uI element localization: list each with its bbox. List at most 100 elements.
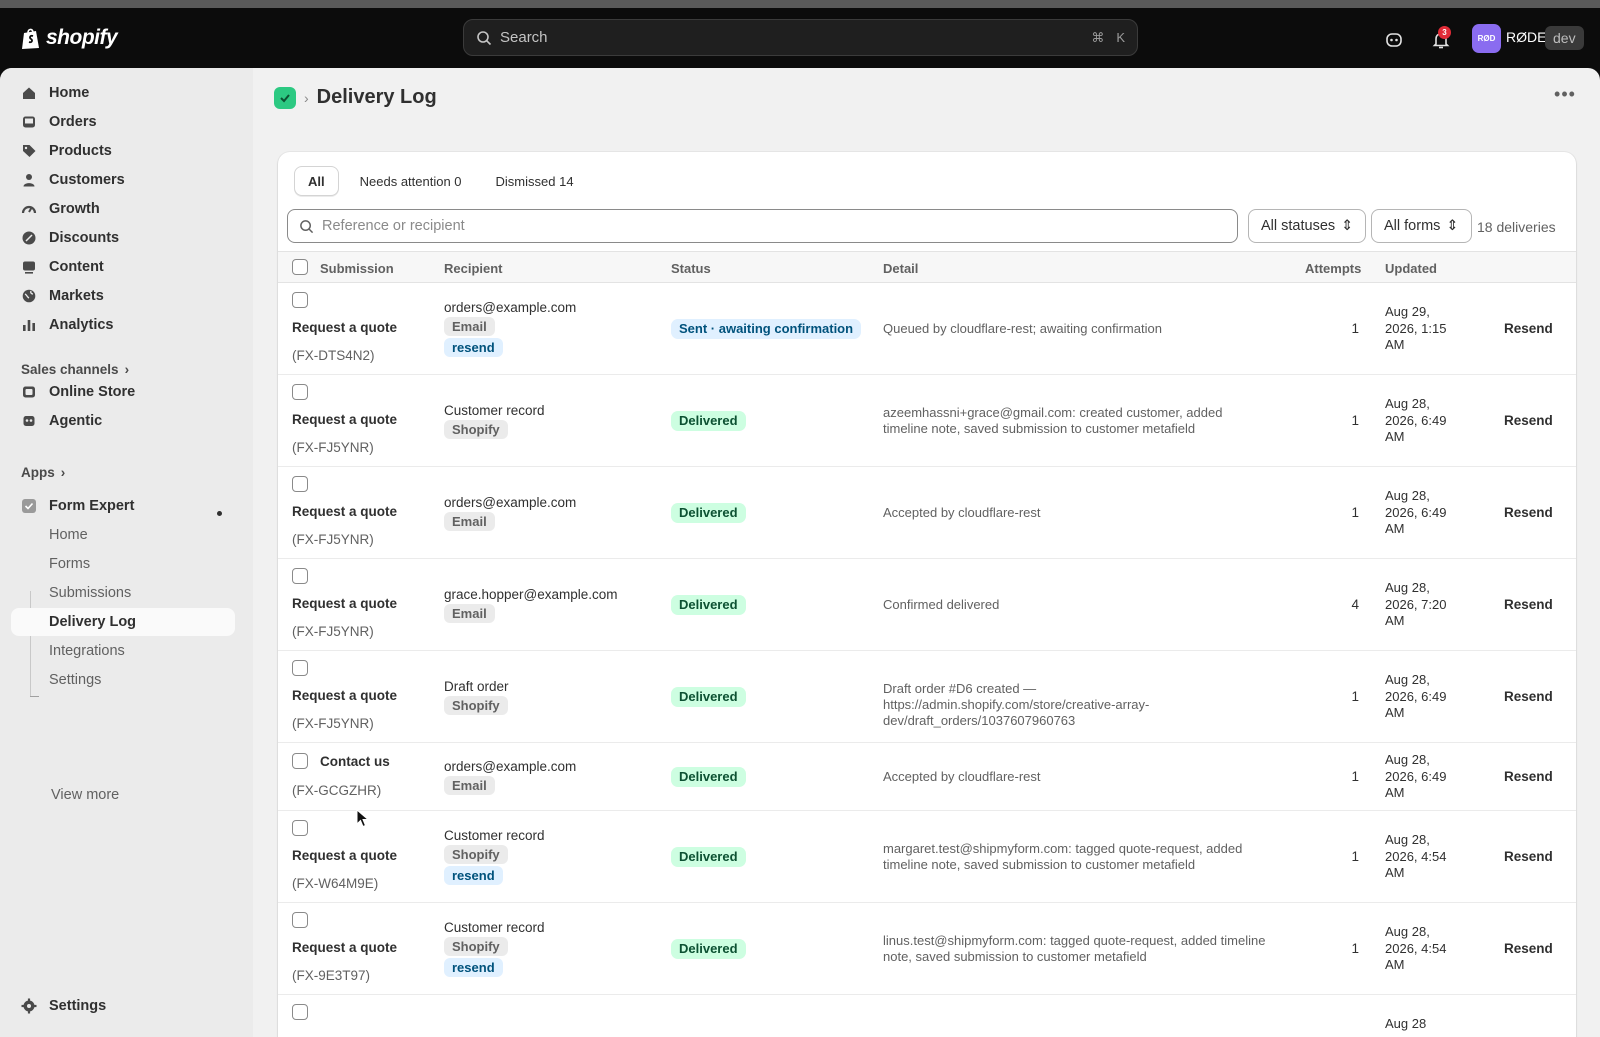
submission-title[interactable]: Request a quote [292,412,397,427]
global-search[interactable]: Search ⌘ K [463,19,1138,56]
chevron-right-icon: › [124,362,130,377]
sidebar-subitem-settings[interactable]: Settings [11,666,235,694]
recipient-tag: Email [444,511,495,531]
row-checkbox[interactable] [292,820,308,836]
status-badge: Delivered [671,503,746,523]
row-checkbox[interactable] [292,568,308,584]
table-row: Request a quote (FX-FJ5YNR) Draft order Sho… [278,651,1576,743]
resend-button[interactable]: Resend [1504,321,1553,336]
tab-dismissed[interactable]: Dismissed 14 [483,166,587,196]
row-checkbox[interactable] [292,660,308,676]
status-select[interactable]: All statuses ⇕ [1248,209,1367,243]
submission-cell[interactable]: Request a quote (FX-FJ5YNR) [292,596,397,639]
resend-button[interactable]: Resend [1504,769,1553,784]
sidebar-subitem-integrations[interactable]: Integrations [11,637,235,665]
resend-button[interactable]: Resend [1504,597,1553,612]
submission-cell[interactable]: Request a quote (FX-W64M9E) [292,848,397,891]
column-submission[interactable]: Submission [320,261,394,276]
table-row: Request a quote (FX-FJ5YNR) grace.hopper@e… [278,559,1576,651]
sidebar-item-label: Markets [49,288,104,304]
resend-button[interactable]: Resend [1504,689,1553,704]
store-name[interactable]: RØDE [1506,29,1546,45]
recipient-name: Customer record [444,920,545,935]
resend-button[interactable]: Resend [1504,505,1553,520]
sidebar-subitem-delivery-log[interactable]: Delivery Log [11,608,235,636]
settings-label: Settings [49,998,107,1014]
attempts-count: 1 [1351,769,1359,784]
attempts-count: 4 [1351,597,1359,612]
submission-title[interactable]: Request a quote [292,940,397,955]
recipient-name: Customer record [444,402,545,418]
submission-cell[interactable]: Request a quote (FX-9E3T97) [292,940,397,983]
form-select[interactable]: All forms ⇕ [1371,209,1472,243]
sidebar-subitem-submissions[interactable]: Submissions [11,579,235,607]
sidekick-icon[interactable] [1384,30,1404,50]
column-recipient[interactable]: Recipient [444,261,503,276]
status-badge: Delivered [671,767,746,787]
apps-heading[interactable]: Apps › [21,465,65,480]
row-checkbox[interactable] [292,292,308,308]
submission-title[interactable]: Request a quote [292,596,397,611]
recipient-cell: Customer record Shopify [444,403,545,439]
sidebar-subitem-forms[interactable]: Forms [11,550,235,578]
row-checkbox[interactable] [292,753,308,769]
submission-title[interactable]: Request a quote [292,320,397,335]
sidebar-subitem-home[interactable]: Home [11,521,235,549]
sidebar-item-home[interactable]: Home [11,79,235,107]
shopify-logo[interactable]: shopify [21,26,118,50]
submission-title[interactable]: Contact us [320,754,390,769]
updated-timestamp: Aug 28, 2026, 4:54 AM [1385,924,1447,972]
sidebar-item-online-store[interactable]: Online Store [11,378,235,406]
recipient-tag: resend [444,866,503,885]
submission-cell[interactable]: Contact us [320,754,390,769]
avatar[interactable]: RØD [1472,24,1501,53]
row-checkbox[interactable] [292,476,308,492]
row-checkbox[interactable] [292,384,308,400]
column-detail[interactable]: Detail [883,261,918,276]
sidebar-view-more[interactable]: View more [11,781,235,809]
delivery-count: 18 deliveries [1477,219,1556,235]
resend-button[interactable]: Resend [1504,849,1553,864]
row-checkbox[interactable] [292,912,308,928]
column-updated[interactable]: Updated [1385,261,1437,276]
column-status[interactable]: Status [671,261,711,276]
reference-search-input[interactable]: Reference or recipient [287,209,1238,243]
tab-needs-attention[interactable]: Needs attention 0 [347,166,475,196]
sidebar-item-discounts[interactable]: Discounts [11,224,235,252]
select-all-checkbox[interactable] [292,259,308,275]
row-checkbox[interactable] [292,1004,308,1020]
bar-chart-icon [21,317,37,333]
sidebar-item-products[interactable]: Products [11,137,235,165]
submission-cell[interactable]: Request a quote (FX-FJ5YNR) [292,504,397,547]
select-arrows-icon: ⇕ [1341,218,1354,234]
sidebar-item-settings[interactable]: Settings [11,992,235,1020]
sidebar-item-analytics[interactable]: Analytics [11,311,235,339]
sidebar-item-form-expert[interactable]: Form Expert [11,492,235,520]
sidebar-item-growth[interactable]: Growth [11,195,235,223]
sidebar-item-orders[interactable]: Orders [11,108,235,136]
submission-title[interactable]: Request a quote [292,848,397,863]
tab-all[interactable]: All [294,166,339,196]
sidebar-item-customers[interactable]: Customers [11,166,235,194]
submission-title[interactable]: Request a quote [292,688,397,703]
resend-button[interactable]: Resend [1504,941,1553,956]
submission-cell[interactable]: Request a quote (FX-FJ5YNR) [292,412,397,455]
submission-cell[interactable]: Request a quote (FX-FJ5YNR) [292,688,397,731]
sales-channels-heading[interactable]: Sales channels › [21,362,129,377]
form-expert-app-badge-icon[interactable] [274,86,296,109]
detail-text: Queued by cloudflare-rest; awaiting conf… [883,321,1162,336]
content-icon [21,259,37,275]
detail-text: Accepted by cloudflare-rest [883,505,1041,520]
submission-cell[interactable]: Request a quote (FX-DTS4N2) [292,320,397,363]
sidebar-item-agentic[interactable]: Agentic [11,407,235,435]
sidebar-item-markets[interactable]: Markets [11,282,235,310]
submission-title[interactable]: Request a quote [292,504,397,519]
recipient-name: Draft order [444,678,509,694]
resend-button[interactable]: Resend [1504,413,1553,428]
sidebar-item-content[interactable]: Content [11,253,235,281]
recipient-tag: Shopify [444,695,508,715]
status-badge: Delivered [671,939,746,959]
column-attempts[interactable]: Attempts [1305,261,1361,276]
recipient-name: Customer record [444,828,545,843]
more-actions-button[interactable]: ••• [1553,85,1577,109]
